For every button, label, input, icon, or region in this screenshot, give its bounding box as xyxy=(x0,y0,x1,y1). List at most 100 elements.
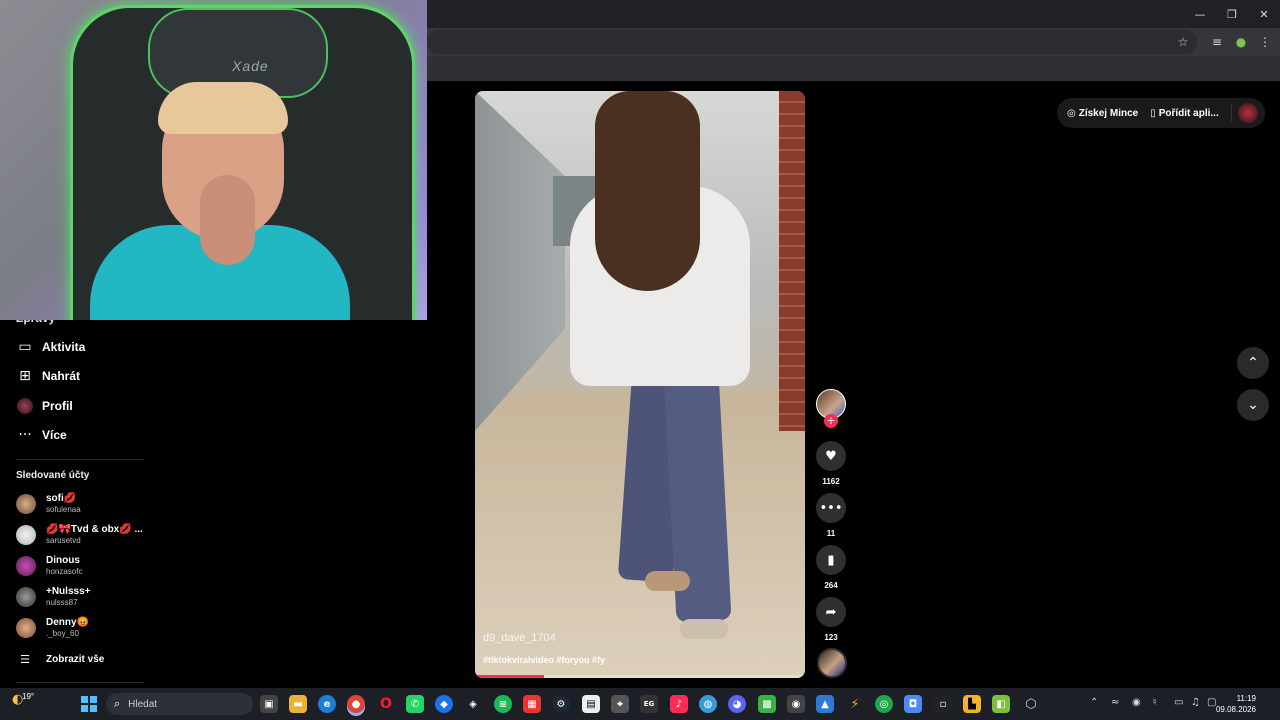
comment-button[interactable]: ••• xyxy=(816,493,846,523)
file-explorer-icon[interactable]: ▬ xyxy=(289,695,307,713)
chrome-icon[interactable]: ● xyxy=(347,695,365,713)
share-button[interactable]: ➦ xyxy=(816,597,846,627)
steam-icon[interactable]: ⚙ xyxy=(552,695,570,713)
follow-button[interactable]: + xyxy=(824,414,838,428)
shield-icon[interactable]: ◆ xyxy=(435,695,453,713)
following-account[interactable]: +Nulsss+ nulsss87 xyxy=(16,583,90,611)
comment-icon: ••• xyxy=(819,500,843,516)
display-icon[interactable]: ▭ xyxy=(1174,697,1183,708)
save-count: 264 xyxy=(824,581,838,590)
get-app-button[interactable]: ▯ Pořídit apli... xyxy=(1150,108,1219,119)
media-icon[interactable]: ≡ xyxy=(1208,33,1226,51)
screen: — ❐ ✕ ☆ ≡ ● ⋮ Zprávy ▭ Aktivita ⊞ Nahrát… xyxy=(0,0,1280,720)
like-button[interactable]: ♥ xyxy=(816,441,846,471)
account-name: 💋🎀Tvd & obx💋 ... xyxy=(46,524,143,535)
app-icon[interactable]: ▦ xyxy=(523,695,541,713)
following-account[interactable]: Denny😡 ._boy_60 xyxy=(16,614,89,642)
map-pin-icon[interactable]: ⌖ xyxy=(611,695,629,713)
sidebar-item-upload[interactable]: ⊞ Nahrát xyxy=(16,365,80,387)
heart-icon: ♥ xyxy=(825,448,837,464)
avatar[interactable] xyxy=(1237,103,1258,123)
activity-icon: ▭ xyxy=(18,339,32,355)
app-icon[interactable]: ◉ xyxy=(787,695,805,713)
video-progress-bar[interactable] xyxy=(475,675,805,678)
tiktok-icon[interactable]: ♪ xyxy=(670,695,688,713)
task-view-icon[interactable]: ▣ xyxy=(260,695,278,713)
app-tray-icon[interactable]: ◉ xyxy=(1132,697,1141,708)
weather-widget[interactable]: ◐ 19° xyxy=(12,692,34,710)
video-wall xyxy=(475,91,565,431)
app-icon[interactable]: ◎ xyxy=(875,695,893,713)
sidebar-item-profile[interactable]: Profil xyxy=(16,395,73,417)
globe-icon[interactable]: ◍ xyxy=(699,695,717,713)
more-icon: ··· xyxy=(18,427,32,443)
webcam-overlay: Xade xyxy=(0,0,427,320)
whatsapp-icon[interactable]: ✆ xyxy=(406,695,424,713)
extension-icon[interactable]: ● xyxy=(1232,33,1250,51)
maximize-icon[interactable]: ❐ xyxy=(1216,0,1248,28)
following-account[interactable]: 💋🎀Tvd & obx💋 ... sarusetvd xyxy=(16,521,143,549)
app-icon[interactable]: ◈ xyxy=(464,695,482,713)
save-button[interactable]: ▮ xyxy=(816,545,846,575)
video-brick-wall xyxy=(779,91,805,431)
header-actions: ◎ Získej Mince ▯ Pořídit apli... xyxy=(1057,98,1265,128)
list-icon: ☰ xyxy=(20,652,30,666)
show-all-accounts-button[interactable]: ☰ Zobrazit vše xyxy=(16,650,104,668)
avatar xyxy=(16,556,36,576)
weather-temperature: 19° xyxy=(22,692,35,701)
previous-video-button[interactable]: ⌃ xyxy=(1237,347,1269,379)
sidebar-item-activity[interactable]: ▭ Aktivita xyxy=(16,336,85,358)
account-name: Denny😡 xyxy=(46,617,90,628)
app-icon[interactable]: ◘ xyxy=(904,695,922,713)
comment-count: 11 xyxy=(826,529,836,538)
video-author[interactable]: d9_dave_1704 xyxy=(483,632,556,644)
app-icon[interactable]: ⬡ xyxy=(1022,695,1040,713)
streamer-hand xyxy=(200,175,255,265)
chevron-up-icon: ⌃ xyxy=(1247,355,1259,371)
network-icon[interactable]: ≈ xyxy=(1111,697,1119,708)
sidebar-item-more[interactable]: ··· Více xyxy=(16,424,66,446)
spotify-icon[interactable]: ≋ xyxy=(494,695,512,713)
get-coins-label: Získej Mince xyxy=(1078,107,1139,119)
profile-avatar xyxy=(16,397,34,415)
app-icon[interactable]: ▫ xyxy=(934,695,952,713)
next-video-button[interactable]: ⌄ xyxy=(1237,389,1269,421)
upload-icon: ⊞ xyxy=(19,368,31,384)
address-bar[interactable] xyxy=(427,30,1197,54)
discord-icon[interactable]: ◕ xyxy=(728,695,746,713)
start-button[interactable] xyxy=(81,696,97,712)
video-person xyxy=(680,619,728,639)
video-player[interactable]: d9_dave_1704 #tiktokviralvideo #foryou #… xyxy=(475,91,805,678)
opera-icon[interactable]: O xyxy=(377,695,395,713)
menu-icon[interactable]: ⋮ xyxy=(1256,33,1274,51)
cube-icon[interactable]: ◧ xyxy=(992,695,1010,713)
account-handle: nulsss87 xyxy=(46,598,78,607)
lightning-icon[interactable]: ⚡ xyxy=(846,695,864,713)
account-handle: sarusetvd xyxy=(46,536,81,545)
edge-icon[interactable]: e xyxy=(318,695,336,713)
star-icon[interactable]: ☆ xyxy=(1174,33,1192,51)
avatar xyxy=(16,587,36,607)
video-progress-fill xyxy=(475,675,545,678)
following-section-title: Sledované účty xyxy=(16,470,90,481)
system-clock[interactable]: 11:19 09.08.2026 xyxy=(1216,693,1256,715)
following-account[interactable]: sofi💋 sofulenaa xyxy=(16,490,81,518)
app-icon[interactable]: ▙ xyxy=(963,695,981,713)
clock-time: 11:19 xyxy=(1236,694,1256,703)
app-icon[interactable]: ▤ xyxy=(582,695,600,713)
get-app-label: Pořídit apli... xyxy=(1158,107,1219,119)
minimize-icon[interactable]: — xyxy=(1184,0,1216,28)
volume-icon[interactable]: ♫ xyxy=(1191,697,1200,708)
following-account[interactable]: Dinous honzasofc xyxy=(16,552,82,580)
chevron-up-icon[interactable]: ⌃ xyxy=(1090,697,1098,708)
sound-avatar[interactable] xyxy=(817,648,847,678)
microphone-icon[interactable]: ♮ xyxy=(1153,697,1157,708)
phone-icon: ▯ xyxy=(1150,107,1156,119)
get-coins-button[interactable]: ◎ Získej Mince xyxy=(1067,108,1138,119)
minecraft-icon[interactable]: ▩ xyxy=(758,695,776,713)
video-hashtags[interactable]: #tiktokviralvideo #foryou #fy xyxy=(483,655,605,665)
wolf-icon[interactable]: ▲ xyxy=(816,695,834,713)
close-icon[interactable]: ✕ xyxy=(1248,0,1280,28)
epic-games-icon[interactable]: EG xyxy=(640,695,658,713)
taskbar-search[interactable]: ⌕ Hledat xyxy=(106,693,253,715)
